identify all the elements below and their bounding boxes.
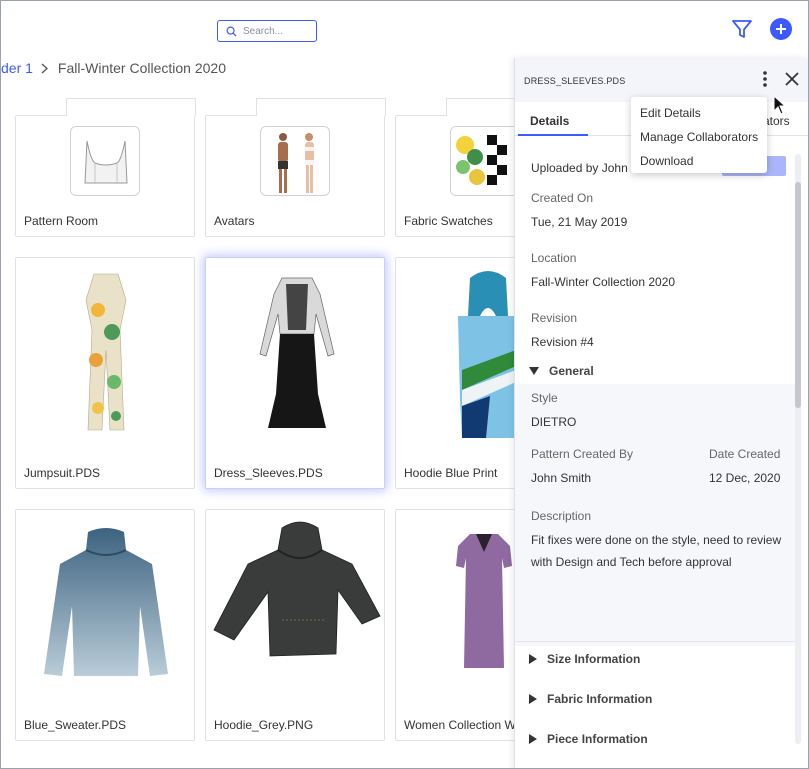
active-tab-indicator bbox=[518, 134, 588, 136]
created-on-label: Created On bbox=[531, 191, 594, 205]
close-icon bbox=[785, 72, 799, 86]
search-input[interactable] bbox=[243, 25, 313, 37]
section-fabric-information[interactable]: Fabric Information bbox=[515, 688, 795, 710]
uploaded-by: Uploaded by John bbox=[531, 161, 628, 175]
section-label: Piece Information bbox=[547, 732, 648, 746]
breadcrumb-current: Fall-Winter Collection 2020 bbox=[57, 60, 226, 76]
section-size-information[interactable]: Size Information bbox=[515, 648, 795, 670]
file-card-dress-sleeves[interactable]: Dress_Sleeves.PDS bbox=[205, 257, 385, 489]
description-value: Fit fixes were done on the style, need t… bbox=[531, 533, 782, 569]
triangle-right-icon bbox=[529, 654, 537, 664]
date-created-value: 12 Dec, 2020 bbox=[709, 471, 781, 485]
search-icon bbox=[226, 26, 237, 37]
section-general[interactable]: General bbox=[515, 360, 795, 382]
card-label: Avatars bbox=[214, 214, 255, 228]
revision-label: Revision bbox=[531, 311, 578, 325]
triangle-right-icon bbox=[529, 734, 537, 744]
description-label: Description bbox=[531, 509, 592, 523]
plus-circle-icon bbox=[776, 24, 786, 34]
fabric-swatch-icon bbox=[451, 127, 519, 195]
section-piece-information[interactable]: Piece Information bbox=[515, 728, 795, 750]
card-label: Dress_Sleeves.PDS bbox=[214, 466, 323, 480]
filter-icon bbox=[732, 20, 752, 38]
section-general-label: General bbox=[549, 364, 594, 378]
panel-title: DRESS_SLEEVES.PDS bbox=[524, 76, 626, 86]
hoodie-blue-print-image bbox=[458, 271, 518, 438]
filter-button[interactable] bbox=[730, 17, 754, 41]
divider bbox=[515, 641, 795, 642]
file-card-blue-sweater[interactable]: Blue_Sweater.PDS bbox=[15, 509, 195, 741]
tab-collaborators[interactable]: ators bbox=[763, 114, 790, 128]
card-label: Women Collection W bbox=[404, 718, 516, 732]
breadcrumb: der 1 Fall-Winter Collection 2020 bbox=[1, 59, 226, 77]
style-label: Style bbox=[531, 391, 558, 405]
card-label: Hoodie Blue Print bbox=[404, 466, 498, 480]
menu-item-download[interactable]: Download bbox=[631, 149, 767, 173]
date-created-label: Date Created bbox=[709, 447, 781, 461]
scrollbar-thumb[interactable] bbox=[795, 182, 801, 408]
file-card-hoodie-grey[interactable]: Hoodie_Grey.PNG bbox=[205, 509, 385, 741]
triangle-right-icon bbox=[529, 694, 537, 704]
avatars-icon bbox=[278, 133, 314, 193]
blue-sweater-image bbox=[44, 528, 168, 676]
dress-sleeves-image bbox=[259, 277, 335, 428]
card-label: Pattern Room bbox=[24, 214, 99, 228]
more-options-menu: Edit Details Manage Collaborators Downlo… bbox=[631, 97, 767, 173]
chevron-right-icon bbox=[41, 62, 48, 74]
folder-tab bbox=[256, 98, 386, 116]
section-label: Fabric Information bbox=[547, 692, 653, 706]
created-on-value: Tue, 21 May 2019 bbox=[531, 215, 628, 229]
menu-item-manage-collaborators[interactable]: Manage Collaborators bbox=[631, 125, 767, 149]
location-value: Fall-Winter Collection 2020 bbox=[531, 275, 676, 289]
card-label: Blue_Sweater.PDS bbox=[24, 718, 127, 732]
menu-item-edit-details[interactable]: Edit Details bbox=[631, 101, 767, 125]
folder-card-pattern-room[interactable]: Pattern Room bbox=[15, 98, 196, 237]
section-label: Size Information bbox=[547, 652, 641, 666]
breadcrumb-parent-link[interactable]: der 1 bbox=[1, 60, 33, 76]
tab-details[interactable]: Details bbox=[530, 114, 569, 128]
women-collection-image bbox=[456, 534, 512, 668]
pattern-created-by-value: John Smith bbox=[531, 471, 592, 485]
search-box[interactable] bbox=[217, 20, 317, 42]
pattern-created-by-label: Pattern Created By bbox=[531, 447, 634, 461]
location-label: Location bbox=[531, 251, 577, 265]
more-vertical-icon bbox=[763, 71, 767, 87]
card-label: Jumpsuit.PDS bbox=[24, 466, 101, 480]
hoodie-grey-image bbox=[213, 521, 381, 657]
card-label: Fabric Swatches bbox=[404, 214, 493, 228]
card-label: Hoodie_Grey.PNG bbox=[214, 718, 314, 732]
folder-card-avatars[interactable]: Avatars bbox=[205, 98, 386, 237]
style-value: DIETRO bbox=[531, 415, 577, 429]
app-window: der 1 Fall-Winter Collection 2020 Patter… bbox=[0, 0, 809, 769]
folder-thumbnail bbox=[450, 126, 520, 196]
pattern-icon bbox=[84, 140, 128, 184]
add-button[interactable] bbox=[770, 18, 792, 40]
revision-value: Revision #4 bbox=[531, 335, 594, 349]
triangle-down-icon bbox=[529, 367, 539, 375]
folder-thumbnail bbox=[260, 126, 330, 196]
folder-thumbnail bbox=[70, 126, 140, 196]
mouse-cursor-icon bbox=[773, 95, 787, 115]
more-options-button[interactable] bbox=[759, 70, 771, 90]
jumpsuit-image bbox=[85, 273, 127, 431]
close-panel-button[interactable] bbox=[783, 70, 801, 88]
panel-header: DRESS_SLEEVES.PDS bbox=[515, 58, 808, 102]
file-card-jumpsuit[interactable]: Jumpsuit.PDS bbox=[15, 257, 195, 489]
folder-tab bbox=[66, 98, 196, 116]
